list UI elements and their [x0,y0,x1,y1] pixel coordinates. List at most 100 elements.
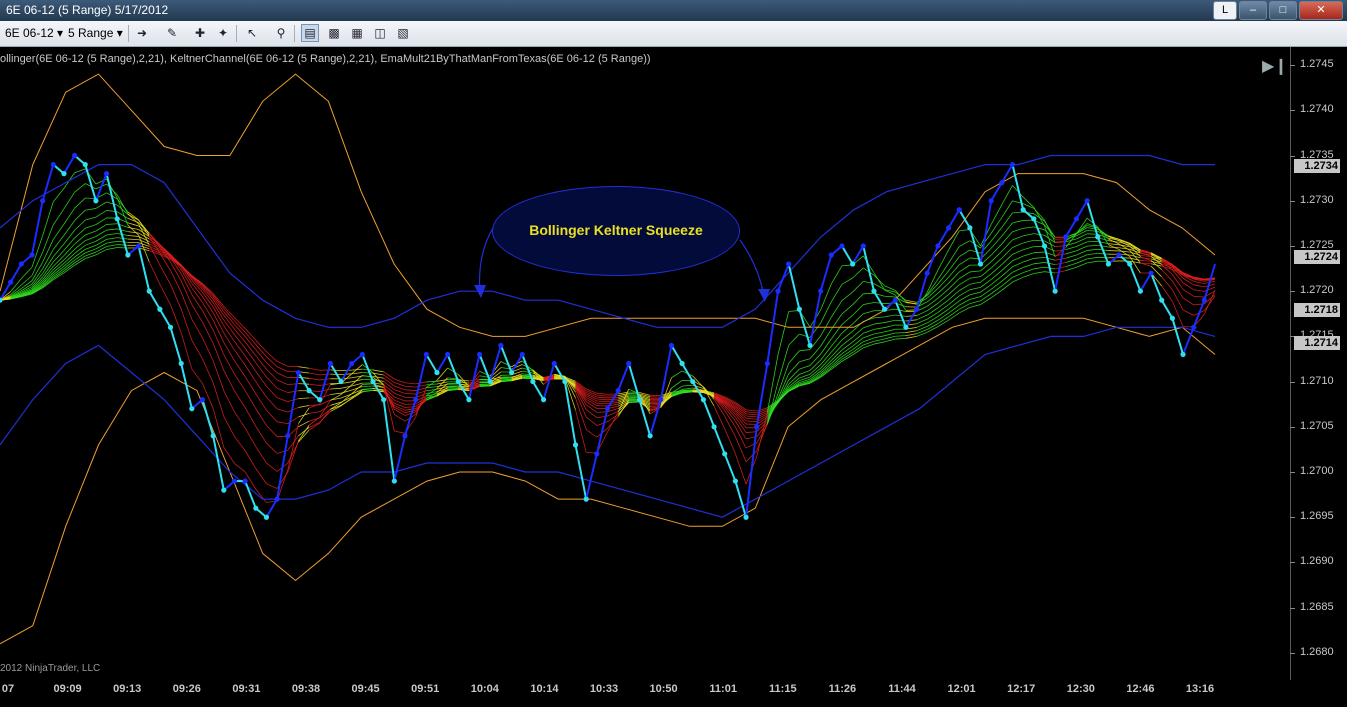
ema-ribbon-segment [362,383,374,385]
price-point [1159,297,1165,303]
link-button[interactable]: L [1213,1,1237,20]
price-point [135,243,142,249]
ema-ribbon-segment [522,370,533,374]
price-point [231,478,238,484]
scroll-to-end-icon[interactable]: ▶❙ [1262,56,1288,76]
ema-ribbon-segment [244,347,257,364]
ema-ribbon-segment [298,420,310,428]
line-tool-icon[interactable]: ➜ [133,24,151,42]
ema-ribbon-segment [426,383,438,386]
price-point [167,324,174,330]
ema-ribbon-segment [223,370,235,392]
price-tick-mark [1290,381,1295,383]
instrument-selector[interactable]: 6E 06-12 ▾ [5,25,63,42]
price-tick-label: 1.2695 [1300,510,1334,523]
maximize-button[interactable]: □ [1269,1,1297,20]
price-tick-label: 1.2680 [1300,645,1334,658]
time-tick-label: 09:09 [53,683,82,695]
chart-panel[interactable] [0,47,1290,680]
price-segment [745,426,758,518]
ema-ribbon-segment [276,397,288,403]
close-button[interactable]: ✕ [1299,1,1343,20]
time-tick-label: 12:01 [947,683,976,695]
ema-ribbon-segment [255,362,267,378]
ema-ribbon-segment [1204,286,1216,292]
ema-ribbon-segment [52,208,65,226]
price-segment [809,290,822,346]
ema-ribbon-segment [95,246,107,253]
ema-ribbon-segment [927,316,939,324]
price-point [551,360,557,367]
ema-ribbon-segment [362,388,374,390]
magnifier-icon[interactable]: ⚲ [272,24,290,42]
ema-ribbon-segment [1033,251,1045,254]
time-tick-label: 09:51 [411,683,440,695]
ema-ribbon-segment [916,318,928,325]
ema-ribbon-segment [959,240,971,247]
ema-ribbon-segment [1055,270,1066,274]
price-point [338,378,344,385]
ema-ribbon-segment [959,289,971,297]
price-point [114,216,120,222]
properties-icon[interactable]: ▧ [394,24,412,42]
price-point [434,369,440,376]
ema-ribbon-segment [404,382,416,385]
price-point [722,451,728,457]
price-point [455,378,461,385]
price-point [594,451,600,457]
data-box-icon[interactable]: ◫ [371,24,389,42]
price-chart[interactable] [0,47,1290,680]
price-axis[interactable] [1290,47,1347,680]
ema-ribbon-segment [255,468,267,484]
price-tick-label: 1.2700 [1300,465,1334,477]
price-point [306,388,312,394]
time-tick-label: 09:31 [232,683,261,695]
zoom-icon[interactable]: ✚ [191,24,209,42]
ema-ribbon-segment [596,421,608,426]
price-point [1137,288,1143,294]
indicators-icon[interactable]: ▩ [325,24,343,42]
price-tick-mark [1290,65,1295,67]
cursor-icon[interactable]: ↖ [243,24,261,42]
ema-ribbon-segment [1055,253,1066,257]
price-point [530,378,536,385]
price-point [445,351,451,358]
price-segment [286,372,300,437]
ema-ribbon-segment [148,244,161,266]
price-segment [105,173,119,220]
ema-ribbon-segment [788,333,800,346]
strategies-icon[interactable]: ▦ [348,24,366,42]
time-tick-label: 10:33 [589,683,619,695]
ema-ribbon-segment [884,324,896,328]
price-point [29,252,35,258]
ema-ribbon-segment [799,370,811,375]
ema-ribbon-segment [969,249,981,254]
minimize-button[interactable]: – [1239,1,1267,20]
price-point [668,342,675,349]
price-point [636,397,643,403]
ema-ribbon-segment [831,332,843,347]
ema-ribbon-segment [1172,289,1184,311]
price-point [242,478,248,484]
ema-ribbon-segment [937,319,949,327]
ema-ribbon-segment [927,312,939,320]
pointer-icon[interactable]: ✦ [214,24,232,42]
period-selector[interactable]: 5 Range ▾ [68,25,123,42]
ema-ribbon-segment [127,222,139,227]
price-point [1116,252,1122,258]
ema-ribbon-segment [1023,263,1034,268]
chart-style-icon[interactable]: ▤ [301,24,319,42]
ema-ribbon-segment [234,341,246,357]
ema-ribbon-segment [1161,258,1173,265]
ema-ribbon-segment [1140,259,1152,262]
price-point [93,198,99,204]
ema-ribbon-segment [1193,289,1205,292]
ema-ribbon-segment [916,310,928,316]
price-point [679,360,685,367]
price-point [1180,351,1186,358]
indicator-label: ollinger(6E 06-12 (5 Range),2,21), Keltn… [0,53,651,65]
price-segment [1086,200,1099,238]
ema-ribbon-segment [127,238,139,241]
ema-ribbon-segment [106,240,118,244]
pencil-icon[interactable]: ✎ [163,24,181,42]
